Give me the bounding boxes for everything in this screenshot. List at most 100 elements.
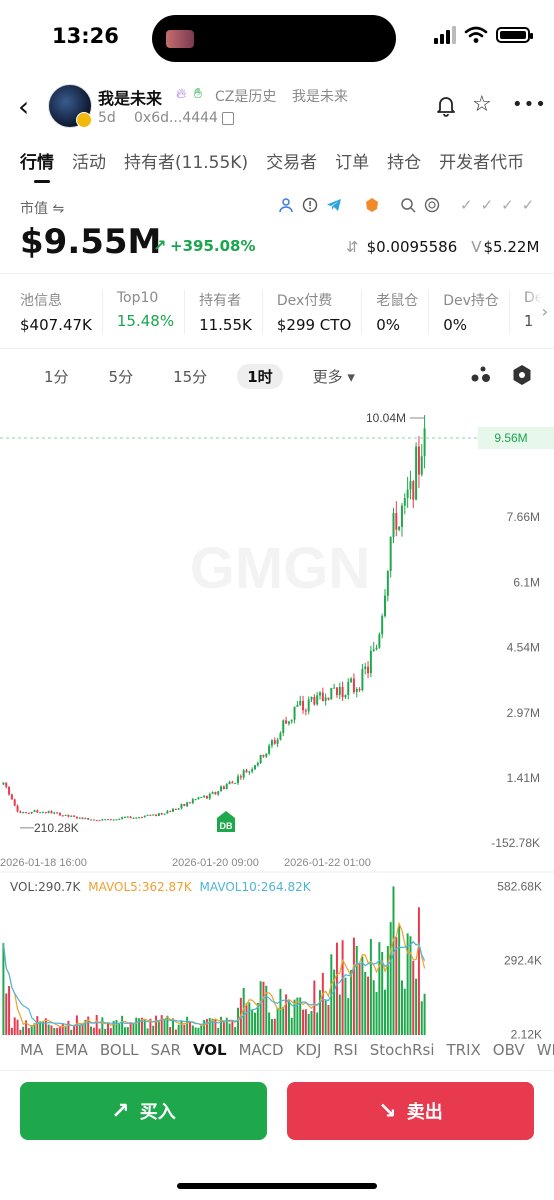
indicator-sar[interactable]: SAR [150, 1041, 180, 1059]
candle-body [58, 812, 61, 816]
interval-1m[interactable]: 1分 [34, 364, 79, 389]
indicator-obv[interactable]: OBV [493, 1041, 525, 1059]
candle-body [307, 699, 310, 712]
candle-body [146, 814, 149, 816]
indicator-vol[interactable]: VOL [193, 1041, 227, 1059]
volume-bar [203, 1020, 206, 1035]
back-icon[interactable]: ‹ [18, 90, 29, 123]
indicator-wr[interactable]: WR [537, 1041, 554, 1059]
search-icon[interactable] [400, 197, 416, 213]
volume-bar [364, 971, 367, 1035]
tab-orders[interactable]: 订单 [335, 148, 369, 173]
stat-dex-paid[interactable]: Dex付费 $299 CTO [277, 290, 363, 334]
volume-bar [36, 1016, 39, 1035]
stat-pool[interactable]: 池信息 $407.47K [20, 290, 103, 334]
tab-activity[interactable]: 活动 [72, 148, 106, 173]
volume-bar [282, 1006, 285, 1035]
stat-dev-holding[interactable]: Dev持仓 0% [443, 290, 510, 334]
divider [0, 348, 554, 349]
volume-bar [369, 939, 372, 1035]
candle-body [324, 697, 327, 701]
stat-holders[interactable]: 持有者 11.55K [199, 290, 263, 334]
volume-bar [67, 1020, 70, 1035]
candle-body [5, 782, 8, 787]
tab-market[interactable]: 行情 [20, 148, 54, 173]
volume-bar [73, 1026, 76, 1035]
volume-bar [194, 1027, 197, 1035]
user-icon[interactable] [278, 197, 294, 213]
globe-icon[interactable] [424, 197, 440, 213]
volume-bar [270, 1019, 273, 1035]
fire-icon: 🔥︎ [176, 86, 187, 102]
candle-body [73, 815, 76, 817]
indicator-boll[interactable]: BOLL [100, 1041, 139, 1059]
stat-value: 0% [443, 316, 468, 334]
indicator-stochrsi[interactable]: StochRsi [370, 1041, 435, 1059]
indicator-ma[interactable]: MA [20, 1041, 43, 1059]
indicator-trix[interactable]: TRIX [447, 1041, 481, 1059]
info-icon[interactable] [302, 197, 318, 213]
volume-bar [341, 940, 344, 1035]
token-name: 我是未来 [98, 89, 163, 108]
token-address[interactable]: 0x6d...4444 [134, 110, 218, 126]
indicator-kdj[interactable]: KDJ [296, 1041, 322, 1059]
candle-body [107, 819, 109, 821]
volume-bar [222, 1022, 225, 1035]
stat-top10[interactable]: Top10 15.48% [117, 290, 186, 334]
buy-button[interactable]: ↗ 买入 [20, 1082, 267, 1140]
interval-5m[interactable]: 5分 [99, 364, 144, 389]
indicator-macd[interactable]: MACD [239, 1041, 284, 1059]
candle-body [200, 797, 203, 799]
candle-body [47, 811, 50, 813]
interval-15m[interactable]: 15分 [163, 364, 217, 389]
stat-value: 11.55K [199, 316, 252, 334]
volume-bar [279, 988, 282, 1035]
tab-traders[interactable]: 交易者 [266, 148, 317, 173]
copy-icon[interactable] [222, 112, 234, 125]
candle-body [109, 819, 112, 821]
volume-bar [344, 977, 347, 1035]
star-icon[interactable]: ☆ [472, 92, 492, 117]
candle-body [225, 784, 228, 789]
market-cap-label[interactable]: 市值 ⇋ [20, 198, 64, 218]
volume-bar [22, 1026, 25, 1035]
interval-1h[interactable]: 1时 [237, 364, 283, 389]
telegram-icon[interactable] [326, 197, 342, 213]
interval-more[interactable]: 更多 ▾ [303, 364, 365, 389]
lion-icon[interactable] [364, 197, 380, 213]
stat-insider[interactable]: 老鼠仓 0% [376, 290, 430, 334]
volume-bar [389, 922, 392, 1035]
candle-body [364, 666, 367, 669]
candle-body [222, 786, 225, 789]
bell-icon[interactable] [436, 95, 456, 117]
volume-bar [5, 993, 8, 1035]
tab-holders[interactable]: 持有者(11.55K) [124, 148, 248, 173]
volume-bar [186, 1016, 189, 1035]
tab-positions[interactable]: 持仓 [387, 148, 421, 173]
volume-bar [355, 945, 358, 1035]
candle-body [152, 814, 155, 816]
indicator-rsi[interactable]: RSI [333, 1041, 357, 1059]
sell-button[interactable]: ↘ 卖出 [287, 1082, 534, 1140]
chart-settings-icon[interactable] [512, 364, 532, 386]
candle-body [282, 720, 285, 734]
volume-bar [423, 993, 426, 1035]
price-chart[interactable]: GMGN 7.66M 6.1M 4.54M 2.97M 1.41M -152.78K 20… [0, 400, 554, 1040]
candle-body [33, 810, 36, 812]
more-icon[interactable]: ••• [512, 94, 547, 115]
candle-body [259, 754, 262, 763]
candle-body [143, 815, 146, 818]
buy-label: 买入 [139, 1102, 176, 1123]
price-tick-label: 2.97M [507, 706, 540, 720]
candle-body [121, 817, 124, 820]
candle-body [211, 792, 214, 794]
tab-dev-tokens[interactable]: 开发者代币 [439, 148, 524, 173]
indicator-ema[interactable]: EMA [55, 1041, 88, 1059]
time-tick-label: 2026-01-18 16:00 [0, 857, 87, 869]
stats-row[interactable]: 池信息 $407.47K Top10 15.48% 持有者 11.55K Dex付费 $… [20, 290, 554, 334]
volume-bar [251, 1009, 254, 1035]
share-icon[interactable] [470, 364, 492, 384]
volume-bar [287, 999, 290, 1035]
chevron-right-icon[interactable]: › [542, 302, 548, 321]
candle-body [270, 740, 273, 746]
